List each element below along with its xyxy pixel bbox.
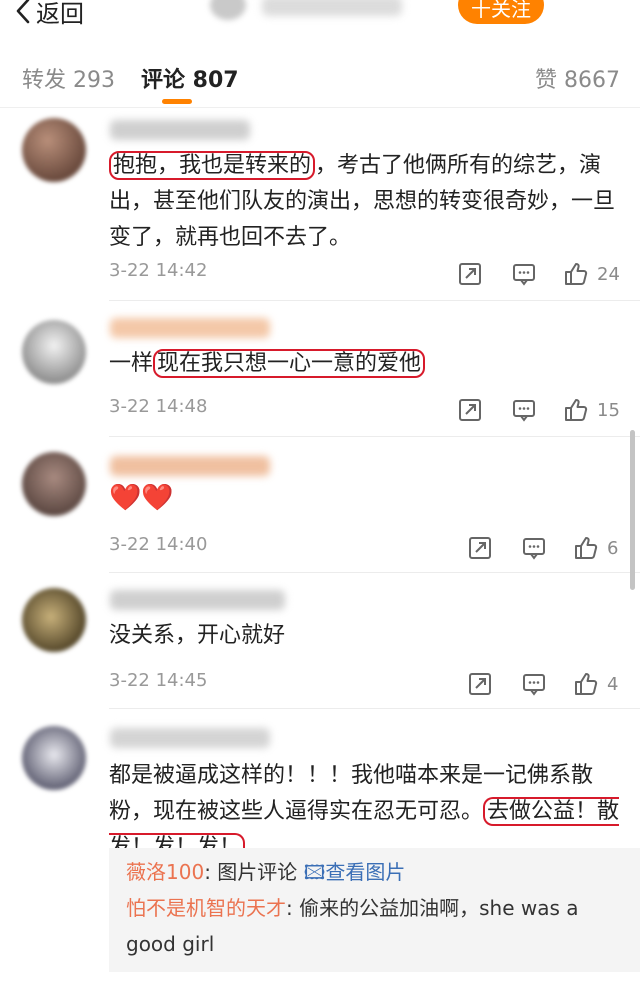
like-button[interactable]: 6 xyxy=(573,534,618,562)
comment-text: ❤️❤️ xyxy=(109,483,174,513)
back-label: 返回 xyxy=(36,0,84,28)
repost-button[interactable] xyxy=(457,396,483,424)
divider xyxy=(109,708,640,709)
commenter-name[interactable] xyxy=(110,120,250,140)
comment-text: 没关系，开心就好 xyxy=(109,623,286,648)
comment-item: 抱抱，我也是转来的 ，考古了他俩所有的综艺，演出，甚至他们队友的演出，思想的转变很… xyxy=(0,108,640,304)
comment-time: 3-22 14:48 xyxy=(109,396,208,417)
comment-meta: 3-22 14:40 6 xyxy=(109,534,624,562)
comment-icon xyxy=(523,538,545,560)
commenter-name[interactable] xyxy=(110,728,270,748)
commenter-name[interactable] xyxy=(110,318,270,338)
comment-item: ❤️❤️ 3-22 14:40 6 xyxy=(0,438,640,574)
like-count: 6 xyxy=(607,537,619,559)
comment-icon xyxy=(513,400,535,422)
comment-meta: 3-22 14:45 4 xyxy=(109,670,624,698)
highlighted-text: 现在我只想一心一意的爱他 xyxy=(153,349,426,378)
comment-text-prefix: 一样 xyxy=(109,351,154,376)
comment-button[interactable] xyxy=(511,396,537,424)
like-count: 24 xyxy=(597,263,620,285)
divider xyxy=(109,300,640,301)
comment-icon xyxy=(523,674,545,696)
comment-time: 3-22 14:40 xyxy=(109,534,208,555)
top-nav-bar: 返回 十关注 xyxy=(0,0,640,40)
comment-button[interactable] xyxy=(521,534,547,562)
comment-meta: 3-22 14:48 15 xyxy=(109,396,624,424)
comment-item: 都是被逼成这样的！！！我他喵本来是一记佛系散粉，现在被这些人逼得实在忍无可忍。去… xyxy=(0,710,640,985)
repost-icon xyxy=(469,537,491,559)
comment-button[interactable] xyxy=(521,670,547,698)
reply-text: : 图片评论 xyxy=(204,860,304,884)
comment-time: 3-22 14:42 xyxy=(109,260,208,281)
chevron-left-icon xyxy=(16,0,30,24)
active-tab-indicator xyxy=(162,99,192,104)
tab-like[interactable]: 赞 8667 xyxy=(535,62,620,94)
comment-text: 一样 现在我只想一心一意的爱他 xyxy=(109,346,624,382)
repost-icon xyxy=(459,399,481,421)
back-button[interactable]: 返回 xyxy=(14,0,84,28)
divider xyxy=(109,572,640,573)
avatar[interactable] xyxy=(22,452,86,516)
reply-item: 薇洛100: 图片评论 🖾查看图片 xyxy=(126,854,624,890)
like-button[interactable]: 4 xyxy=(573,670,618,698)
divider xyxy=(109,436,640,437)
thumbs-up-icon xyxy=(565,263,588,285)
thumbs-up-icon xyxy=(575,537,598,559)
like-count: 15 xyxy=(597,399,620,421)
reply-author[interactable]: 怕不是机智的天才 xyxy=(126,896,286,920)
reply-item: 怕不是机智的天才: 偷来的公益加油啊，she was a good girl xyxy=(126,890,624,962)
like-count: 4 xyxy=(607,673,619,695)
comment-meta: 3-22 14:42 24 xyxy=(109,260,624,288)
comment-text: 抱抱，我也是转来的 ，考古了他俩所有的综艺，演出，甚至他们队友的演出，思想的转变很… xyxy=(109,148,624,256)
view-image-link[interactable]: 🖾查看图片 xyxy=(304,860,406,884)
tab-comment[interactable]: 评论 807 xyxy=(141,62,239,94)
thumbs-up-icon xyxy=(575,673,598,695)
repost-button[interactable] xyxy=(467,534,493,562)
commenter-name[interactable] xyxy=(110,456,270,476)
repost-button[interactable] xyxy=(467,670,493,698)
avatar[interactable] xyxy=(22,588,86,652)
avatar[interactable] xyxy=(22,726,86,790)
comment-icon xyxy=(513,264,535,286)
repost-icon xyxy=(459,263,481,285)
repost-button[interactable] xyxy=(457,260,483,288)
reply-preview[interactable]: 薇洛100: 图片评论 🖾查看图片 怕不是机智的天才: 偷来的公益加油啊，she… xyxy=(109,848,640,972)
comment-item: 一样 现在我只想一心一意的爱他 3-22 14:48 15 xyxy=(0,304,640,438)
detail-tabs: 转发 293 评论 807 赞 8667 xyxy=(0,40,640,108)
tab-repost[interactable]: 转发 293 xyxy=(22,62,115,94)
author-name[interactable] xyxy=(262,0,402,16)
follow-button[interactable]: 十关注 xyxy=(458,0,544,24)
commenter-name[interactable] xyxy=(110,590,285,610)
comment-time: 3-22 14:45 xyxy=(109,670,208,691)
author-avatar[interactable] xyxy=(210,0,246,20)
comment-button[interactable] xyxy=(511,260,537,288)
highlighted-text: 抱抱，我也是转来的 xyxy=(109,151,316,180)
thumbs-up-icon xyxy=(565,399,588,421)
reply-author[interactable]: 薇洛100 xyxy=(126,860,204,884)
comment-item: 没关系，开心就好 3-22 14:45 4 xyxy=(0,574,640,710)
avatar[interactable] xyxy=(22,118,86,182)
scrollbar[interactable] xyxy=(630,430,635,590)
repost-icon xyxy=(469,673,491,695)
avatar[interactable] xyxy=(22,320,86,384)
like-button[interactable]: 24 xyxy=(563,260,620,288)
like-button[interactable]: 15 xyxy=(563,396,620,424)
